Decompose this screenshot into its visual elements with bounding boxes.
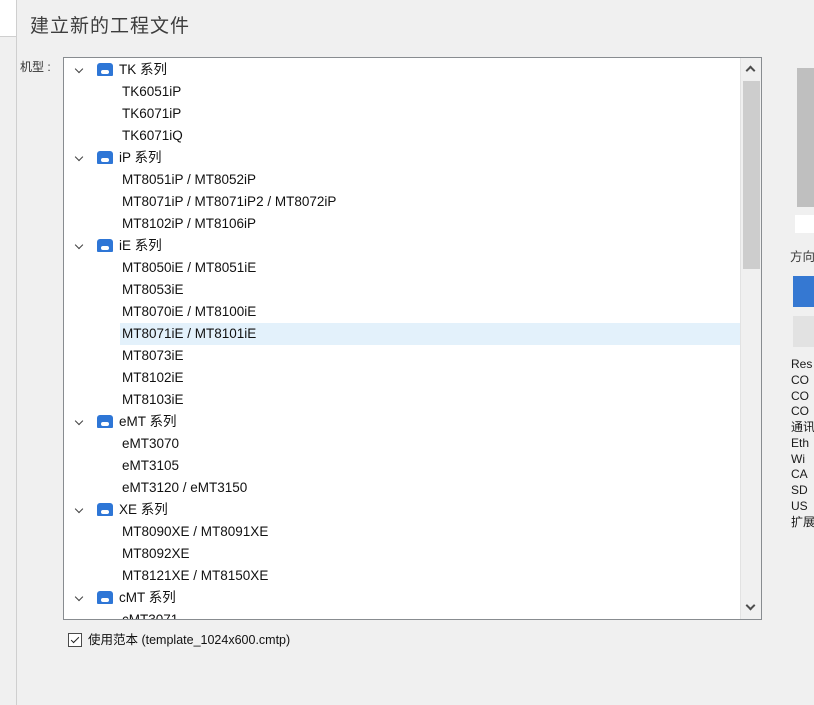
hmi-device-icon: [97, 63, 113, 76]
tree-item-row[interactable]: MT8103iE: [120, 389, 740, 411]
tree-item-row[interactable]: TK6051iP: [120, 81, 740, 103]
tree-group-label: eMT 系列: [119, 411, 177, 433]
spec-line: 通讯: [791, 420, 814, 436]
tree-group-label: iE 系列: [119, 235, 162, 257]
scroll-up-button[interactable]: [741, 58, 762, 80]
tree-item-row[interactable]: MT8092XE: [120, 543, 740, 565]
tree-group-label: iP 系列: [119, 147, 162, 169]
chevron-down-icon: [746, 601, 756, 611]
scrollbar-thumb[interactable]: [743, 81, 760, 269]
tree-group-label: cMT 系列: [119, 587, 176, 609]
hmi-device-icon: [97, 239, 113, 252]
scroll-down-button[interactable]: [741, 597, 762, 619]
chevron-down-icon[interactable]: [73, 240, 86, 253]
spec-line: Res: [791, 357, 814, 373]
tree-item-row[interactable]: MT8073iE: [120, 345, 740, 367]
spec-line: CO: [791, 389, 814, 405]
hmi-device-icon: [97, 415, 113, 428]
orientation-portrait-button[interactable]: [793, 316, 814, 347]
spec-line: 扩展: [791, 515, 814, 531]
tree-item-row[interactable]: MT8071iE / MT8101iE: [120, 323, 740, 345]
tree-group-label: XE 系列: [119, 499, 168, 521]
chevron-down-icon[interactable]: [73, 504, 86, 517]
tree-item-row[interactable]: MT8051iP / MT8052iP: [120, 169, 740, 191]
tree-group-label: TK 系列: [119, 59, 167, 81]
model-tree: TK 系列TK6051iPTK6071iPTK6071iQiP 系列MT8051…: [64, 59, 740, 620]
tree-item-row[interactable]: MT8102iP / MT8106iP: [120, 213, 740, 235]
tree-group-row[interactable]: eMT 系列: [64, 411, 740, 433]
spec-line: CO: [791, 404, 814, 420]
tree-item-row[interactable]: eMT3070: [120, 433, 740, 455]
chevron-down-icon[interactable]: [73, 416, 86, 429]
spec-line: CO: [791, 373, 814, 389]
spec-line: US: [791, 499, 814, 515]
hmi-device-icon: [97, 503, 113, 516]
spec-list: ResCOCOCO通讯EthWiCASDUS扩展: [791, 357, 814, 530]
spec-line: Wi: [791, 452, 814, 468]
parent-window-edge-top: [0, 0, 16, 37]
tree-item-row[interactable]: cMT3071: [120, 609, 740, 620]
use-template-label: 使用范本 (template_1024x600.cmtp): [88, 633, 290, 648]
right-panel-dropdown[interactable]: [795, 215, 814, 233]
tree-item-row[interactable]: MT8090XE / MT8091XE: [120, 521, 740, 543]
spec-line: SD: [791, 483, 814, 499]
chevron-up-icon: [746, 66, 756, 76]
orientation-landscape-button[interactable]: [793, 276, 814, 307]
model-type-label: 机型 :: [20, 58, 51, 75]
model-preview-image: [797, 68, 814, 207]
tree-item-row[interactable]: MT8070iE / MT8100iE: [120, 301, 740, 323]
vertical-scrollbar[interactable]: [740, 58, 761, 619]
tree-item-row[interactable]: MT8053iE: [120, 279, 740, 301]
orientation-label: 方向: [790, 246, 814, 265]
dialog-title: 建立新的工程文件: [30, 11, 190, 38]
chevron-down-icon[interactable]: [73, 592, 86, 605]
tree-item-row[interactable]: eMT3120 / eMT3150: [120, 477, 740, 499]
model-tree-listbox[interactable]: TK 系列TK6051iPTK6071iPTK6071iQiP 系列MT8051…: [63, 57, 762, 620]
tree-group-row[interactable]: TK 系列: [64, 59, 740, 81]
checkmark-icon: [71, 635, 79, 643]
tree-group-row[interactable]: XE 系列: [64, 499, 740, 521]
tree-item-row[interactable]: MT8121XE / MT8150XE: [120, 565, 740, 587]
tree-item-row[interactable]: MT8102iE: [120, 367, 740, 389]
chevron-down-icon[interactable]: [73, 64, 86, 77]
chevron-down-icon[interactable]: [73, 152, 86, 165]
tree-item-row[interactable]: TK6071iP: [120, 103, 740, 125]
tree-group-row[interactable]: iE 系列: [64, 235, 740, 257]
hmi-device-icon: [97, 591, 113, 604]
tree-item-row[interactable]: MT8071iP / MT8071iP2 / MT8072iP: [120, 191, 740, 213]
tree-group-row[interactable]: cMT 系列: [64, 587, 740, 609]
tree-item-row[interactable]: MT8050iE / MT8051iE: [120, 257, 740, 279]
spec-line: Eth: [791, 436, 814, 452]
tree-item-row[interactable]: TK6071iQ: [120, 125, 740, 147]
spec-line: CA: [791, 467, 814, 483]
hmi-device-icon: [97, 151, 113, 164]
parent-window-edge: [0, 0, 17, 705]
tree-item-row[interactable]: eMT3105: [120, 455, 740, 477]
tree-group-row[interactable]: iP 系列: [64, 147, 740, 169]
use-template-checkbox[interactable]: [68, 633, 82, 647]
